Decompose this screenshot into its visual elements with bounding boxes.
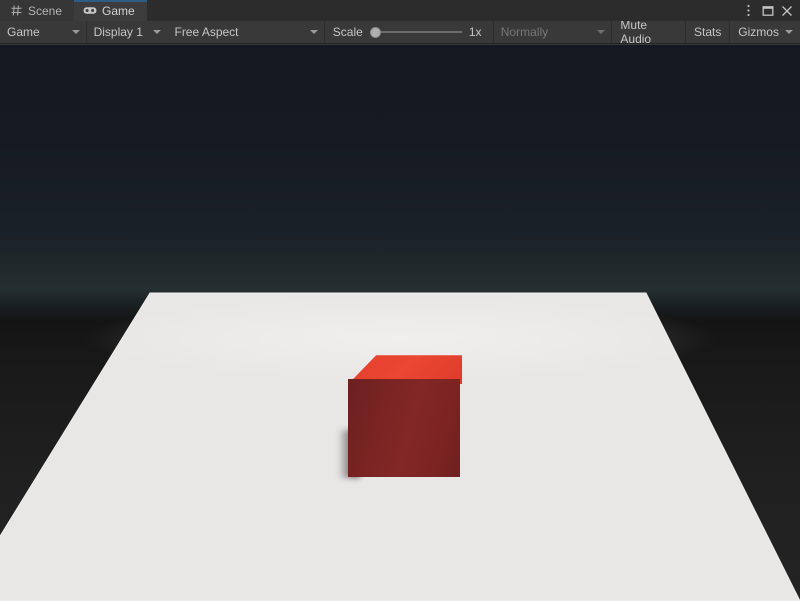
tab-game[interactable]: Game <box>74 0 147 21</box>
game-view-toolbar: Game Display 1 Free Aspect Scale 1x Norm… <box>0 21 800 44</box>
aspect-ratio-label: Free Aspect <box>174 25 238 39</box>
mute-audio-button[interactable]: Mute Audio <box>612 21 685 43</box>
gizmos-label: Gizmos <box>738 25 779 39</box>
scale-slider-track <box>370 31 462 33</box>
view-mode-dropdown[interactable]: Game <box>0 21 86 43</box>
tab-scene-label: Scene <box>28 4 62 18</box>
grid-icon <box>9 5 23 17</box>
chevron-down-icon <box>153 30 161 34</box>
scale-slider[interactable] <box>370 25 462 39</box>
display-dropdown[interactable]: Display 1 <box>87 21 167 43</box>
window-controls <box>739 0 800 21</box>
chevron-down-icon <box>72 30 80 34</box>
gizmos-dropdown[interactable] <box>783 21 800 43</box>
cube-front-face <box>348 379 460 477</box>
maximize-icon[interactable] <box>758 0 777 21</box>
kebab-menu-icon[interactable] <box>739 0 758 21</box>
stats-button[interactable]: Stats <box>686 21 729 43</box>
game-viewport[interactable] <box>0 45 800 601</box>
view-mode-label: Game <box>7 25 40 39</box>
unity-game-window: Scene Game <box>0 0 800 601</box>
scale-control: Scale 1x <box>325 21 493 43</box>
chevron-down-icon <box>785 30 793 34</box>
ground-plane <box>0 45 800 601</box>
aspect-ratio-dropdown[interactable]: Free Aspect <box>167 21 323 43</box>
tab-game-label: Game <box>102 4 135 18</box>
scale-value: 1x <box>469 25 485 39</box>
tab-strip: Scene Game <box>0 0 800 21</box>
tab-scene[interactable]: Scene <box>0 0 74 21</box>
gizmos-button[interactable]: Gizmos <box>730 21 783 43</box>
mute-audio-label: Mute Audio <box>620 18 677 46</box>
stats-label: Stats <box>694 25 721 39</box>
play-mode-dropdown[interactable]: Normally <box>494 21 612 43</box>
scale-label: Scale <box>333 25 363 39</box>
chevron-down-icon <box>597 30 605 34</box>
close-icon[interactable] <box>777 0 796 21</box>
scale-slider-handle[interactable] <box>370 27 381 38</box>
play-mode-label: Normally <box>501 25 548 39</box>
chevron-down-icon <box>310 30 318 34</box>
gamepad-icon <box>83 5 97 17</box>
display-label: Display 1 <box>94 25 143 39</box>
